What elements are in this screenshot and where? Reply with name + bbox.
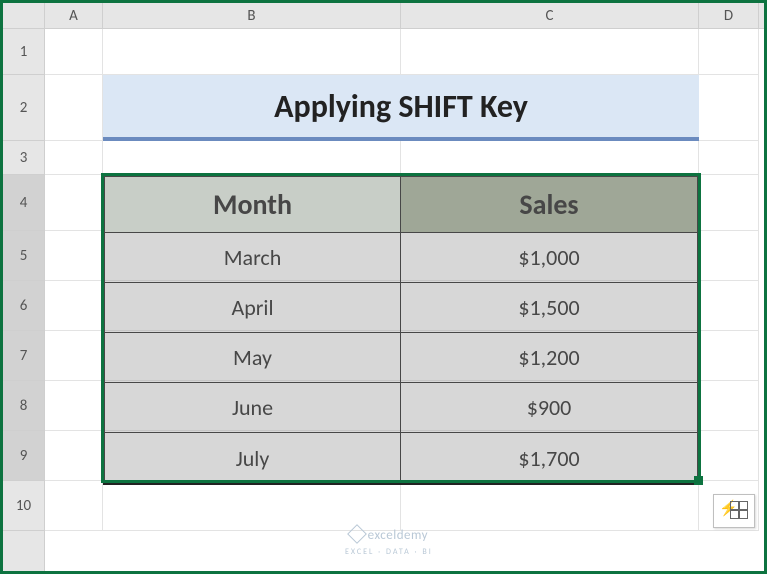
cell-month[interactable]: April — [105, 283, 401, 333]
table-row: March $1,000 — [105, 233, 697, 283]
cell-month[interactable]: May — [105, 333, 401, 383]
cell-sales[interactable]: $900 — [401, 383, 697, 433]
quick-analysis-button[interactable]: ⚡ — [713, 494, 755, 528]
watermark-brand: exceldemy — [368, 528, 428, 543]
row-header-5[interactable]: 5 — [3, 231, 44, 281]
title-cell[interactable]: Applying SHIFT Key — [103, 75, 699, 141]
col-header-a[interactable]: A — [45, 3, 103, 28]
select-all-corner[interactable] — [3, 3, 45, 28]
cell-month[interactable]: March — [105, 233, 401, 283]
row-header-8[interactable]: 8 — [3, 381, 44, 431]
header-sales[interactable]: Sales — [401, 177, 697, 233]
table-row: July $1,700 — [105, 433, 697, 483]
col-header-b[interactable]: B — [103, 3, 401, 28]
cell-sales[interactable]: $1,000 — [401, 233, 697, 283]
row-header-6[interactable]: 6 — [3, 281, 44, 331]
row-header-3[interactable]: 3 — [3, 141, 44, 175]
cell-sales[interactable]: $1,700 — [401, 433, 697, 483]
col-header-c[interactable]: C — [401, 3, 699, 28]
quick-analysis-icon: ⚡ — [720, 501, 748, 521]
worksheet: A B C D 1 2 3 4 5 6 7 8 9 10 — [0, 0, 767, 574]
table-header-row: Month Sales — [105, 177, 697, 233]
cell-month[interactable]: June — [105, 383, 401, 433]
watermark-tagline: EXCEL · DATA · BI — [345, 547, 433, 557]
row-header-9[interactable]: 9 — [3, 431, 44, 481]
cell-sales[interactable]: $1,500 — [401, 283, 697, 333]
data-table: Month Sales March $1,000 April $1,500 Ma… — [103, 175, 699, 485]
watermark-logo-icon — [347, 524, 367, 544]
table-row: April $1,500 — [105, 283, 697, 333]
row-header-7[interactable]: 7 — [3, 331, 44, 381]
row-header-1[interactable]: 1 — [3, 29, 44, 75]
cell-grid[interactable]: Applying SHIFT Key Month Sales March $1,… — [45, 29, 764, 571]
cell-month[interactable]: July — [105, 433, 401, 483]
table-row: June $900 — [105, 383, 697, 433]
row-header-4[interactable]: 4 — [3, 175, 44, 231]
grid-icon — [730, 501, 748, 519]
row-header-2[interactable]: 2 — [3, 75, 44, 141]
row-headers: 1 2 3 4 5 6 7 8 9 10 — [3, 29, 45, 571]
watermark: exceldemy EXCEL · DATA · BI — [345, 527, 433, 559]
row-header-10[interactable]: 10 — [3, 481, 44, 531]
cell-sales[interactable]: $1,200 — [401, 333, 697, 383]
header-month[interactable]: Month — [105, 177, 401, 233]
table-row: May $1,200 — [105, 333, 697, 383]
col-header-d[interactable]: D — [699, 3, 759, 28]
column-headers: A B C D — [3, 3, 764, 29]
page-title: Applying SHIFT Key — [274, 87, 528, 126]
